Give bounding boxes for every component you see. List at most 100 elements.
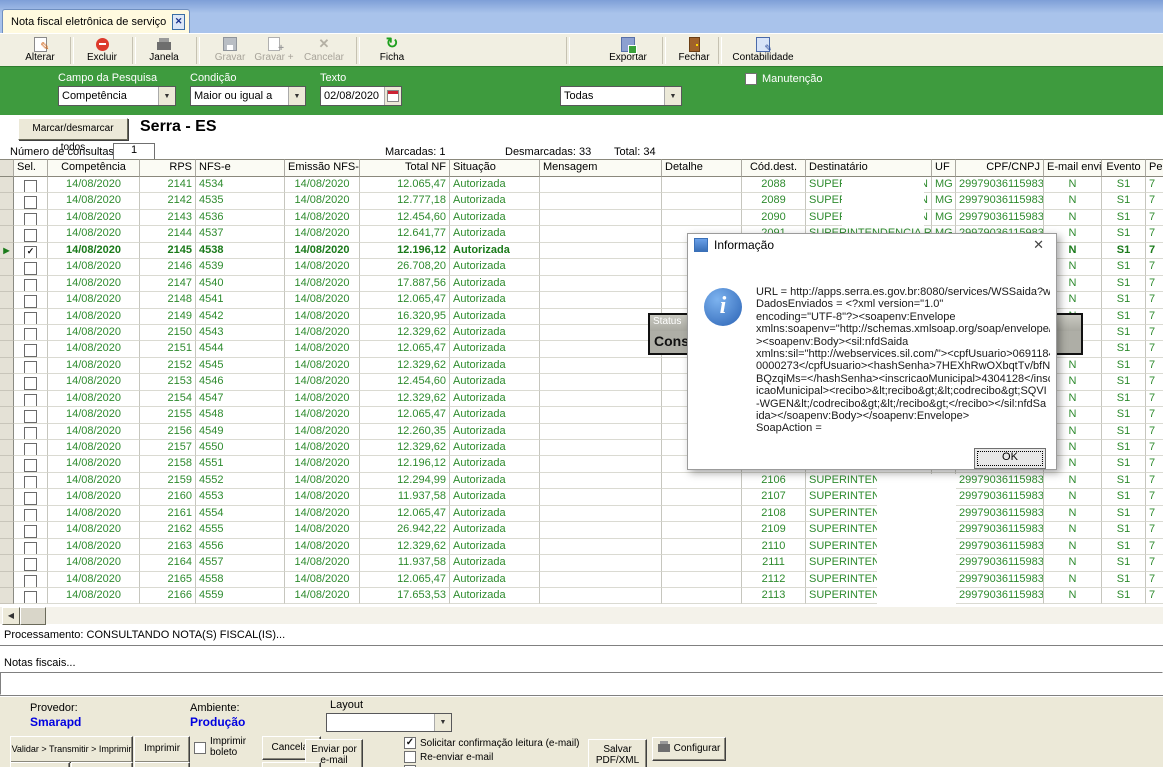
column-header-total[interactable]: Total NF bbox=[360, 159, 450, 177]
row-checkbox[interactable] bbox=[24, 279, 37, 292]
column-header-comp[interactable]: Competência bbox=[48, 159, 140, 177]
exportar-button[interactable]: Exportar bbox=[600, 35, 656, 66]
table-row[interactable]: 14/08/20202166455914/08/202017.653,53Aut… bbox=[0, 588, 1163, 604]
dialog-titlebar[interactable]: Informação ✕ bbox=[688, 234, 1056, 256]
row-checkbox[interactable] bbox=[24, 180, 37, 193]
table-row[interactable]: 14/08/20202164455714/08/202011.937,58Aut… bbox=[0, 555, 1163, 571]
row-checkbox[interactable] bbox=[24, 509, 37, 522]
column-header-uf[interactable]: UF bbox=[932, 159, 956, 177]
chevron-down-icon[interactable]: ▼ bbox=[434, 714, 451, 731]
column-header-ev[interactable]: Evento bbox=[1102, 159, 1146, 177]
row-checkbox[interactable] bbox=[24, 361, 37, 374]
tab-nota-fiscal[interactable]: Nota fiscal eletrônica de serviço ✕ bbox=[2, 9, 190, 33]
imprimir-boleto-checkbox[interactable] bbox=[194, 742, 206, 754]
ficha-button[interactable]: ↻ Ficha bbox=[366, 35, 418, 66]
column-header-sel[interactable]: Sel. bbox=[14, 159, 48, 177]
ok-button[interactable]: OK bbox=[974, 448, 1046, 469]
column-header-em[interactable]: Emissão NFS-e bbox=[285, 159, 360, 177]
layout-select[interactable]: ▼ bbox=[326, 713, 452, 732]
fechar-button[interactable]: Fechar bbox=[668, 35, 720, 66]
row-checkbox[interactable] bbox=[24, 443, 37, 456]
row-checkbox[interactable] bbox=[24, 591, 37, 604]
filter-select[interactable]: Todas ▼ bbox=[560, 86, 682, 106]
horizontal-scrollbar[interactable]: ◀ bbox=[0, 607, 1163, 624]
row-checkbox[interactable] bbox=[24, 213, 37, 226]
row-checkbox[interactable] bbox=[24, 492, 37, 505]
tab-close-icon[interactable]: ✕ bbox=[172, 14, 185, 30]
row-checkbox[interactable]: ✓ bbox=[24, 246, 37, 259]
cell-rps: 2162 bbox=[140, 522, 196, 538]
row-checkbox[interactable] bbox=[24, 312, 37, 325]
scrollbar-thumb[interactable] bbox=[20, 607, 46, 625]
salvar-pdf-xml-button[interactable]: Salvar PDF/XML bbox=[588, 739, 647, 767]
column-header-email[interactable]: E-mail enviado bbox=[1044, 159, 1102, 177]
table-row[interactable]: 14/08/20202165455814/08/202012.065,47Aut… bbox=[0, 572, 1163, 588]
column-header-ped[interactable]: Ped bbox=[1146, 159, 1163, 177]
cancelar-toolbar-button[interactable]: ✕ Cancelar bbox=[298, 35, 350, 66]
proximas-button[interactable]: Próximas bbox=[134, 762, 190, 767]
row-checkbox[interactable] bbox=[24, 229, 37, 242]
row-checkbox[interactable] bbox=[24, 410, 37, 423]
consultas-input[interactable]: 1 bbox=[113, 143, 155, 160]
campo-select[interactable]: Competência ▼ bbox=[58, 86, 176, 106]
consultar-button[interactable]: Consultar bbox=[262, 762, 321, 767]
row-checkbox[interactable] bbox=[24, 328, 37, 341]
transmitir-button[interactable]: Transmitir bbox=[71, 762, 133, 767]
chevron-down-icon[interactable]: ▼ bbox=[158, 87, 175, 105]
imprimir-button[interactable]: Imprimir bbox=[134, 736, 190, 763]
cell-ped: 7 bbox=[1146, 391, 1163, 407]
row-checkbox[interactable] bbox=[24, 262, 37, 275]
validar-transmitir-imprimir-button[interactable]: Validar > Transmitir > Imprimir bbox=[10, 736, 133, 763]
dialog-text-line: SoapAction = bbox=[756, 422, 1050, 434]
table-row[interactable]: 14/08/20202142453514/08/202012.777,18Aut… bbox=[0, 193, 1163, 209]
gravar-mais-button[interactable]: Gravar + bbox=[248, 35, 300, 66]
reenviar-checkbox[interactable] bbox=[404, 751, 416, 763]
row-checkbox[interactable] bbox=[24, 558, 37, 571]
janela-button[interactable]: Janela bbox=[138, 35, 190, 66]
table-row[interactable]: 14/08/20202143453614/08/202012.454,60Aut… bbox=[0, 210, 1163, 226]
column-header-nfse[interactable]: NFS-e bbox=[196, 159, 285, 177]
row-checkbox[interactable] bbox=[24, 476, 37, 489]
condicao-select[interactable]: Maior ou igual a ▼ bbox=[190, 86, 306, 106]
table-row[interactable]: 14/08/20202159455214/08/202012.294,99Aut… bbox=[0, 473, 1163, 489]
row-checkbox[interactable] bbox=[24, 459, 37, 472]
configurar-button[interactable]: Configurar bbox=[652, 737, 726, 761]
chevron-down-icon[interactable]: ▼ bbox=[664, 87, 681, 105]
row-checkbox[interactable] bbox=[24, 196, 37, 209]
table-row[interactable]: 14/08/20202161455414/08/202012.065,47Aut… bbox=[0, 506, 1163, 522]
marcar-desmarcar-button[interactable]: Marcar/desmarcar todos bbox=[18, 118, 128, 140]
column-header-cpf[interactable]: CPF/CNPJ bbox=[956, 159, 1044, 177]
column-header-rps[interactable]: RPS bbox=[140, 159, 196, 177]
column-header-dest[interactable]: Destinatário bbox=[806, 159, 932, 177]
row-checkbox[interactable] bbox=[24, 427, 37, 440]
excluir-button[interactable]: Excluir bbox=[76, 35, 128, 66]
table-row[interactable]: 14/08/20202163455614/08/202012.329,62Aut… bbox=[0, 539, 1163, 555]
column-header-det[interactable]: Detalhe bbox=[662, 159, 742, 177]
column-header-sit[interactable]: Situação bbox=[450, 159, 540, 177]
scroll-left-icon[interactable]: ◀ bbox=[2, 607, 20, 625]
chevron-down-icon[interactable]: ▼ bbox=[288, 87, 305, 105]
cell-total: 12.641,77 bbox=[360, 226, 450, 242]
manutencao-checkbox[interactable] bbox=[745, 73, 757, 85]
row-checkbox[interactable] bbox=[24, 344, 37, 357]
texto-input[interactable]: 02/08/2020 bbox=[320, 86, 402, 106]
cell-cod: 2109 bbox=[742, 522, 806, 538]
confirmacao-checkbox[interactable] bbox=[404, 737, 416, 749]
column-header-cod[interactable]: Cód.dest. bbox=[742, 159, 806, 177]
alterar-button[interactable]: ✎ Alterar bbox=[14, 35, 66, 66]
table-row[interactable]: 14/08/20202141453414/08/202012.065,47Aut… bbox=[0, 177, 1163, 193]
column-header-msg[interactable]: Mensagem bbox=[540, 159, 662, 177]
close-icon[interactable]: ✕ bbox=[1027, 237, 1050, 253]
row-checkbox[interactable] bbox=[24, 525, 37, 538]
column-header-ind[interactable] bbox=[0, 159, 14, 177]
validar-button[interactable]: Validar bbox=[10, 762, 70, 767]
table-row[interactable]: 14/08/20202160455314/08/202011.937,58Aut… bbox=[0, 489, 1163, 505]
row-checkbox[interactable] bbox=[24, 377, 37, 390]
calendar-icon[interactable] bbox=[384, 87, 401, 105]
row-checkbox[interactable] bbox=[24, 542, 37, 555]
contabilidade-button[interactable]: Contabilidade bbox=[724, 35, 802, 66]
table-row[interactable]: 14/08/20202162455514/08/202026.942,22Aut… bbox=[0, 522, 1163, 538]
row-checkbox[interactable] bbox=[24, 394, 37, 407]
row-checkbox[interactable] bbox=[24, 295, 37, 308]
row-checkbox[interactable] bbox=[24, 575, 37, 588]
